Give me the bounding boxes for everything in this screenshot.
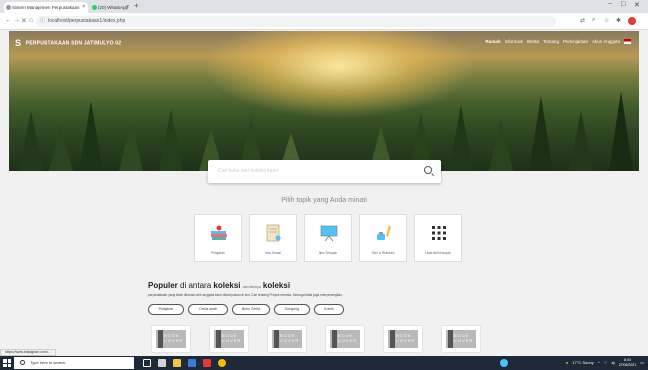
forward-icon[interactable]: → — [13, 17, 20, 24]
popular-subtitle: perpustakaan yang telah dikurasi oleh an… — [148, 293, 343, 297]
brand-name: PERPUSTAKAAN SDN JATIMULYO 02 — [25, 40, 122, 47]
minimize-button[interactable]: − — [608, 1, 612, 8]
filter-chip-pelajaran[interactable]: Pelajaran — [148, 304, 184, 315]
topic-card-ilmu-terapan[interactable]: Ilmu Terapan — [304, 214, 352, 262]
search-icon — [20, 360, 25, 365]
reload-icon[interactable]: ✕ — [21, 17, 27, 25]
topic-label: Lihat lebih banyak — [425, 251, 451, 255]
search-icon[interactable] — [424, 166, 432, 174]
app-icon[interactable] — [500, 359, 508, 367]
widgets-icon[interactable] — [158, 359, 166, 367]
books-apple-icon — [211, 225, 227, 240]
file-explorer-icon[interactable] — [173, 359, 181, 367]
info-icon: ⓘ — [40, 18, 46, 24]
tab-title: Sistem Manajemen Perpustakaan — [12, 5, 80, 10]
volume-icon[interactable]: ◂) — [611, 360, 614, 365]
presentation-board-icon — [320, 225, 338, 242]
weather-sun-icon: ● — [565, 360, 569, 365]
topic-card-seni-rekreasi[interactable]: Seni & Rekreasi — [359, 214, 407, 262]
topic-card-ilmu-sosial[interactable]: Ilmu Sosial — [249, 214, 297, 262]
browser-tab-active[interactable]: Sistem Manajemen Perpustakaan × — [4, 2, 88, 13]
browser-tab-bar: Sistem Manajemen Perpustakaan × (20) Wha… — [0, 0, 648, 13]
whatsapp-icon — [92, 5, 97, 10]
task-view-icon[interactable] — [143, 359, 151, 367]
book-cover[interactable]: BOOK COVER — [210, 326, 248, 352]
nav-akun-anggota[interactable]: Akun Anggota — [592, 39, 620, 44]
windows-start-icon[interactable] — [3, 359, 11, 367]
site-favicon-icon — [6, 5, 11, 10]
new-tab-icon[interactable]: + — [134, 1, 139, 10]
maximize-button[interactable]: □ — [621, 1, 625, 8]
book-cover[interactable]: BOOK COVER — [442, 326, 480, 352]
brand-logo-icon: S — [15, 38, 22, 48]
tab-title: (20) WhatsApp — [98, 5, 129, 10]
search-input[interactable]: Cari buku dari koleksi kami — [218, 168, 278, 174]
home-icon[interactable]: ⌂ — [29, 17, 33, 24]
site-brand[interactable]: S PERPUSTAKAAN SDN JATIMULYO 02 — [15, 38, 121, 48]
chevron-up-icon[interactable]: ^ — [598, 360, 600, 365]
topic-label: Seni & Rekreasi — [371, 251, 395, 255]
clock[interactable]: 8:03 27/06/2021 — [619, 358, 637, 367]
url-text: localhost/perpustakaan1/index.php — [48, 18, 126, 24]
book-cover[interactable]: BOOK COVER — [326, 326, 364, 352]
book-cover[interactable]: BOOK COVER — [268, 326, 306, 352]
nav-peminjaman[interactable]: Peminjaman — [563, 39, 588, 44]
url-field[interactable]: ⓘ localhost/perpustakaan1/index.php — [36, 16, 556, 27]
filter-chip-buku-cerita[interactable]: Buku Cerita — [232, 304, 270, 315]
filter-chip-komik[interactable]: Komik — [314, 304, 344, 315]
grid-icon — [432, 226, 446, 240]
top-navigation: Rumah Informasi Berita Tentang Peminjama… — [485, 39, 631, 44]
nav-informasi[interactable]: Informasi — [505, 39, 524, 44]
chrome-icon[interactable] — [218, 359, 226, 367]
document-certificate-icon — [266, 224, 281, 242]
network-icon[interactable]: ⌔ — [604, 360, 608, 366]
topics-heading: Pilih topik yang Anda minati — [281, 197, 367, 204]
extensions-icon[interactable]: ✱ — [616, 17, 621, 24]
close-tab-icon[interactable]: × — [82, 2, 85, 13]
windows-taskbar: Type here to search ● 17°C Sunny ^ ⌔ ◂) … — [0, 356, 648, 370]
shield-icon[interactable] — [203, 359, 211, 367]
topic-label: Ilmu Terapan — [318, 251, 338, 255]
system-tray: ● 17°C Sunny ^ ⌔ ◂) 8:03 27/06/2021 ▭ — [566, 358, 644, 367]
profile-avatar[interactable] — [628, 17, 636, 25]
popular-heading: Populer di antara koleksi dan lainnya ko… — [148, 281, 291, 290]
star-icon[interactable]: ☆ — [604, 17, 609, 24]
browser-tab-whatsapp[interactable]: (20) WhatsApp × — [90, 2, 132, 13]
ink-pen-icon — [377, 225, 391, 240]
nav-home[interactable]: Rumah — [485, 39, 500, 44]
filter-chip-dongeng[interactable]: Dongeng — [274, 304, 310, 315]
topic-card-pelajaran[interactable]: Pelajaran — [194, 214, 242, 262]
taskbar-search-input[interactable]: Type here to search — [14, 357, 134, 369]
link-status-url: https://www.instagram.com/... — [0, 349, 56, 356]
book-cover[interactable]: BOOK COVER — [152, 326, 190, 352]
close-tab-icon[interactable]: × — [126, 2, 129, 13]
book-cover[interactable]: BOOK COVER — [384, 326, 422, 352]
close-window-button[interactable]: ✕ — [634, 1, 640, 9]
topic-label: Ilmu Sosial — [265, 251, 281, 255]
back-icon[interactable]: ← — [5, 17, 12, 24]
nav-tentang[interactable]: Tentang — [543, 39, 559, 44]
store-icon[interactable] — [188, 359, 196, 367]
browser-address-bar: ← → ✕ ⌂ ⓘ localhost/perpustakaan1/index.… — [0, 13, 648, 30]
zoom-icon[interactable]: ⌕ — [592, 17, 595, 24]
filter-chip-cerita-anak[interactable]: Cerita anak — [188, 304, 228, 315]
topic-card-lihat-lebih-banyak[interactable]: Lihat lebih banyak — [414, 214, 462, 262]
book-search-box[interactable]: Cari buku dari koleksi kami — [208, 160, 441, 183]
nav-berita[interactable]: Berita — [527, 39, 539, 44]
weather-text[interactable]: 17°C Sunny — [572, 360, 593, 365]
translate-icon[interactable]: ⇄ — [580, 17, 585, 24]
notifications-icon[interactable]: ▭ — [640, 360, 644, 365]
language-flag-icon[interactable] — [624, 39, 631, 44]
hero-banner: S PERPUSTAKAAN SDN JATIMULYO 02 Rumah In… — [9, 31, 639, 171]
topic-label: Pelajaran — [211, 251, 225, 255]
